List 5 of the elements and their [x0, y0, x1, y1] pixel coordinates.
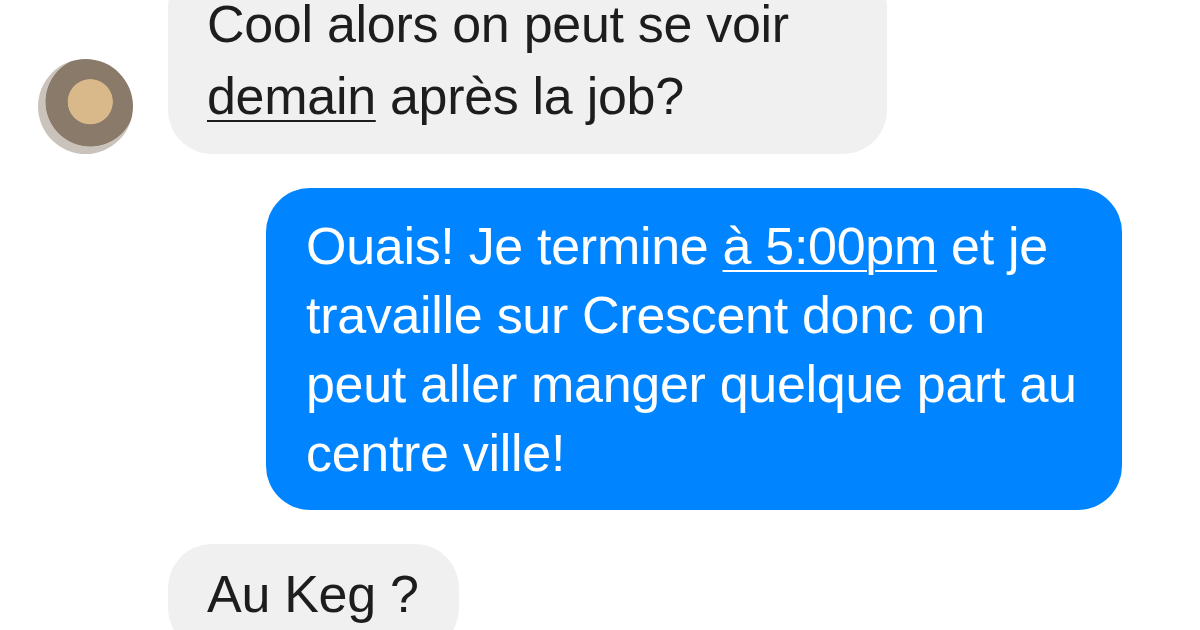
message-text: Cool alors on peut se voir demain après la job?	[207, 0, 790, 127]
message-text: Ouais! Je termine à 5:00pm et je travaille sur Crescent donc on peut aller manger quelque part au centre ville!	[306, 216, 1078, 484]
link-text[interactable]: à 5:00pm	[722, 217, 937, 275]
message-text: Au Keg ?	[207, 564, 419, 625]
link-text[interactable]: demain	[207, 67, 376, 125]
